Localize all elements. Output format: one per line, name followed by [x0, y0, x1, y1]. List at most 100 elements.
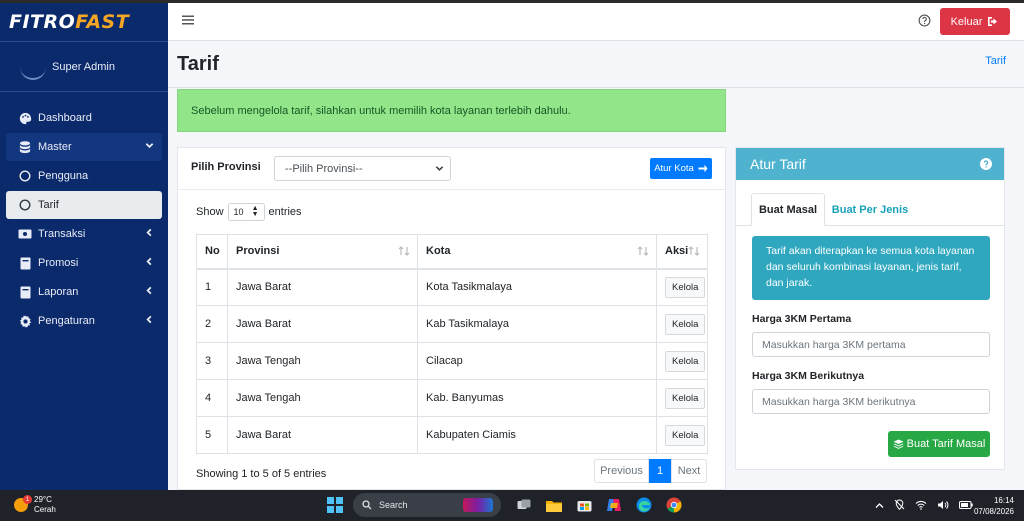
location-off-icon[interactable]	[894, 499, 905, 513]
windows-taskbar: 1 29°C Cerah Search 16:14 07/08/2026	[0, 490, 1024, 521]
harga-3km-pertama-input[interactable]: Masukkan harga 3KM pertama	[752, 332, 990, 357]
breadcrumb[interactable]: Tarif	[985, 55, 1006, 67]
logout-button[interactable]: Keluar	[940, 8, 1010, 35]
cell-kota: Kabupaten Ciamis	[417, 416, 657, 454]
column-header-kota[interactable]: Kota	[417, 234, 657, 270]
sidebar-item-label: Promosi	[38, 257, 79, 269]
sun-icon: 1	[14, 495, 32, 512]
entries-value: 10	[233, 207, 244, 217]
brand-part-2: FAST	[75, 11, 130, 33]
cell-no: 5	[196, 416, 228, 454]
atur-tarif-card: Atur Tarif Buat Masal Buat Per Jenis Tar…	[735, 147, 1005, 470]
sidebar: FITRO FAST Super Admin Dashboard Master P…	[0, 3, 168, 490]
harga-3km-berikutnya-input[interactable]: Masukkan harga 3KM berikutnya	[752, 389, 990, 414]
chrome-icon[interactable]	[663, 494, 685, 516]
harga-3km-berikutnya-label: Harga 3KM Berikutnya	[752, 370, 865, 382]
copilot-icon[interactable]	[603, 494, 625, 516]
input-placeholder: Masukkan harga 3KM berikutnya	[762, 395, 916, 408]
clock-time: 16:14	[993, 496, 1014, 505]
table-row: 3 Jawa Tengah Cilacap Kelola	[196, 342, 708, 380]
sidebar-item-master[interactable]: Master	[6, 133, 162, 161]
palette-icon	[18, 111, 32, 125]
tab-buat-masal[interactable]: Buat Masal	[751, 193, 825, 226]
circle-icon	[18, 198, 32, 212]
alert-text: Sebelum mengelola tarif, silahkan untuk …	[191, 104, 571, 117]
tab-buat-per-jenis[interactable]: Buat Per Jenis	[830, 193, 910, 226]
edge-icon[interactable]	[633, 494, 655, 516]
taskbar-search[interactable]: Search	[353, 493, 501, 517]
file-explorer-icon[interactable]	[543, 494, 565, 516]
column-header-provinsi[interactable]: Provinsi	[227, 234, 418, 270]
kelola-button[interactable]: Kelola	[665, 313, 706, 335]
sidebar-item-dashboard[interactable]: Dashboard	[6, 104, 162, 132]
atur-kota-button[interactable]: Atur Kota	[650, 158, 712, 179]
info-alert: Sebelum mengelola tarif, silahkan untuk …	[177, 89, 726, 132]
chevron-down-icon	[145, 141, 154, 153]
pagination-previous[interactable]: Previous	[594, 459, 649, 483]
sort-icon	[688, 246, 700, 259]
circle-icon	[18, 169, 32, 183]
top-header: Keluar	[168, 3, 1024, 41]
hamburger-menu-icon[interactable]	[182, 14, 194, 29]
question-circle-icon[interactable]	[980, 157, 992, 173]
logout-label: Keluar	[950, 15, 983, 28]
column-header-no[interactable]: No	[196, 234, 228, 270]
cell-provinsi: Jawa Barat	[227, 268, 418, 306]
chevron-left-icon	[145, 257, 154, 269]
entries-select[interactable]: 10 ▲ ▼	[227, 203, 265, 221]
cell-kota: Kab Tasikmalaya	[417, 305, 657, 343]
volume-icon[interactable]	[937, 500, 949, 513]
tarif-info-text: Tarif akan diterapkan ke semua kota laya…	[766, 245, 975, 289]
store-icon[interactable]	[573, 494, 595, 516]
avatar	[20, 53, 46, 80]
search-icon	[362, 500, 372, 510]
wifi-icon[interactable]	[915, 500, 927, 513]
sidebar-item-transaksi[interactable]: Transaksi	[6, 220, 162, 248]
sidebar-item-pengguna[interactable]: Pengguna	[6, 162, 162, 190]
sidebar-menu: Dashboard Master Pengguna Tarif Transaks…	[0, 92, 168, 335]
sidebar-item-promosi[interactable]: Promosi	[6, 249, 162, 277]
sidebar-item-pengaturan[interactable]: Pengaturan	[6, 307, 162, 335]
kelola-button[interactable]: Kelola	[665, 350, 706, 372]
book-icon	[18, 285, 32, 299]
kelola-button[interactable]: Kelola	[665, 424, 706, 446]
cell-provinsi: Jawa Barat	[227, 416, 418, 454]
brand-logo[interactable]: FITRO FAST	[0, 3, 168, 41]
user-panel[interactable]: Super Admin	[0, 42, 168, 92]
sidebar-item-label: Master	[38, 141, 72, 153]
cell-no: 1	[196, 268, 228, 306]
chevron-left-icon	[145, 315, 154, 327]
search-highlight-image	[463, 498, 493, 512]
chevron-left-icon	[145, 228, 154, 240]
cell-no: 2	[196, 305, 228, 343]
user-name: Super Admin	[52, 60, 115, 73]
table-row: 4 Jawa Tengah Kab. Banyumas Kelola	[196, 379, 708, 417]
windows-start-icon[interactable]	[327, 497, 343, 513]
chevron-down-icon	[435, 164, 444, 176]
table-row: 5 Jawa Barat Kabupaten Ciamis Kelola	[196, 416, 708, 454]
buat-tarif-masal-button[interactable]: Buat Tarif Masal	[888, 431, 990, 457]
sidebar-item-tarif[interactable]: Tarif	[6, 191, 162, 219]
sort-updown-icon: ▲ ▼	[251, 205, 259, 218]
header-label: No	[205, 245, 220, 258]
cell-kota: Cilacap	[417, 342, 657, 380]
kelola-button[interactable]: Kelola	[665, 387, 706, 409]
question-circle-icon[interactable]	[918, 14, 931, 30]
system-tray	[875, 499, 983, 513]
cell-no: 3	[196, 342, 228, 380]
province-select[interactable]: --Pilih Provinsi--	[274, 156, 451, 181]
sidebar-item-label: Dashboard	[38, 112, 92, 124]
city-list-card: Pilih Provinsi --Pilih Provinsi-- Atur K…	[177, 147, 726, 490]
chevron-up-icon[interactable]	[875, 501, 884, 512]
battery-icon[interactable]	[959, 500, 973, 512]
taskbar-clock[interactable]: 16:14 07/08/2026	[974, 495, 1014, 517]
task-view-icon[interactable]	[513, 494, 535, 516]
kelola-button[interactable]: Kelola	[665, 276, 706, 298]
sidebar-item-laporan[interactable]: Laporan	[6, 278, 162, 306]
weather-widget[interactable]: 1 29°C Cerah	[14, 495, 56, 515]
province-select-value: --Pilih Provinsi--	[285, 162, 363, 175]
sidebar-item-label: Transaksi	[38, 228, 86, 240]
column-header-aksi[interactable]: Aksi	[656, 234, 708, 270]
pagination-next[interactable]: Next	[671, 459, 707, 483]
pagination-page-1[interactable]: 1	[649, 459, 671, 483]
